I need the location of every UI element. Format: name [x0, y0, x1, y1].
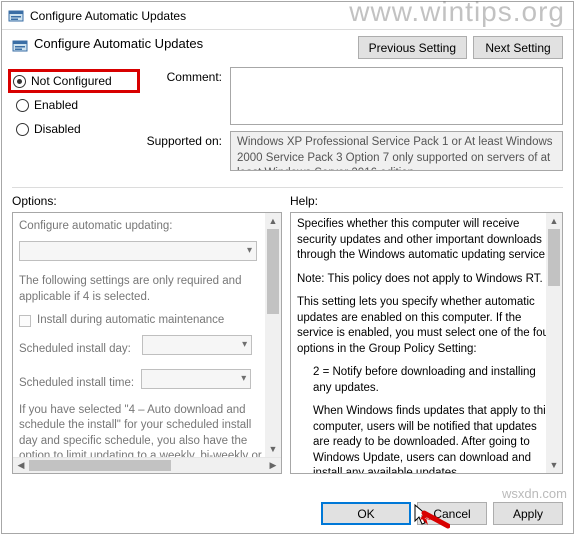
- supported-on-text: Windows XP Professional Service Pack 1 o…: [230, 131, 563, 171]
- help-vertical-scrollbar[interactable]: ▲ ▼: [546, 213, 562, 473]
- radio-not-configured[interactable]: Not Configured: [8, 69, 140, 93]
- checkbox-icon: [19, 315, 31, 327]
- options-vertical-scrollbar[interactable]: ▲ ▼: [265, 213, 281, 457]
- scroll-down-icon[interactable]: ▼: [265, 441, 281, 457]
- scroll-track[interactable]: [29, 458, 265, 473]
- checkbox-label: Install during automatic maintenance: [37, 313, 224, 329]
- help-text: Note: This policy does not apply to Wind…: [297, 272, 556, 288]
- scroll-left-icon[interactable]: ◀: [13, 458, 29, 473]
- radio-icon: [13, 75, 26, 88]
- cancel-button[interactable]: Cancel: [417, 502, 487, 525]
- panels-header: Options: Help:: [2, 190, 573, 210]
- radio-enabled[interactable]: Enabled: [12, 93, 136, 117]
- titlebar: Configure Automatic Updates: [2, 2, 573, 30]
- scroll-track[interactable]: [265, 229, 281, 441]
- help-body: Specifies whether this computer will rec…: [291, 213, 562, 473]
- options-body: Configure automatic updating: The follow…: [13, 213, 281, 457]
- options-label: Options:: [12, 194, 290, 208]
- scroll-up-icon[interactable]: ▲: [265, 213, 281, 229]
- radio-label: Disabled: [34, 122, 81, 136]
- window-title: Configure Automatic Updates: [30, 9, 186, 23]
- scroll-down-icon[interactable]: ▼: [546, 457, 562, 473]
- radio-label: Enabled: [34, 98, 78, 112]
- separator: [12, 187, 563, 188]
- radio-icon: [16, 123, 29, 136]
- sched-time-dropdown[interactable]: [141, 369, 251, 389]
- options-note: The following settings are only required…: [19, 274, 265, 305]
- configure-updating-dropdown[interactable]: [19, 241, 257, 261]
- options-horizontal-scrollbar[interactable]: ◀ ▶: [13, 457, 281, 473]
- scroll-up-icon[interactable]: ▲: [546, 213, 562, 229]
- state-radio-group: Not Configured Enabled Disabled: [12, 67, 136, 177]
- next-setting-button[interactable]: Next Setting: [473, 36, 563, 59]
- sched-time-label: Scheduled install time:: [19, 377, 134, 389]
- scroll-right-icon[interactable]: ▶: [265, 458, 281, 473]
- radio-disabled[interactable]: Disabled: [12, 117, 136, 141]
- dialog-heading: Configure Automatic Updates: [34, 36, 203, 51]
- form-column: Comment: Supported on: Windows XP Profes…: [146, 67, 563, 177]
- help-panel: Specifies whether this computer will rec…: [290, 212, 563, 474]
- help-text: This setting lets you specify whether au…: [297, 295, 556, 357]
- radio-icon: [16, 99, 29, 112]
- configure-updating-label: Configure automatic updating:: [19, 219, 265, 235]
- scroll-thumb[interactable]: [267, 229, 279, 314]
- sched-day-dropdown[interactable]: [142, 335, 252, 355]
- scroll-thumb[interactable]: [29, 460, 171, 471]
- help-text: Specifies whether this computer will rec…: [297, 217, 556, 264]
- sched-day-label: Scheduled install day:: [19, 343, 131, 355]
- sched-note: If you have selected "4 – Auto download …: [19, 403, 265, 457]
- supported-on-label: Supported on:: [146, 131, 230, 148]
- comment-input[interactable]: [230, 67, 563, 125]
- ok-button[interactable]: OK: [321, 502, 411, 525]
- config-area: Not Configured Enabled Disabled Comment:…: [2, 63, 573, 185]
- policy-icon: [8, 8, 24, 24]
- help-text: When Windows finds updates that apply to…: [297, 404, 556, 473]
- header-row: Configure Automatic Updates Previous Set…: [2, 30, 573, 63]
- options-panel: Configure automatic updating: The follow…: [12, 212, 282, 474]
- install-during-maintenance-checkbox[interactable]: Install during automatic maintenance: [19, 313, 265, 329]
- apply-button[interactable]: Apply: [493, 502, 563, 525]
- scroll-thumb[interactable]: [548, 229, 560, 286]
- panels: Configure automatic updating: The follow…: [2, 210, 573, 496]
- comment-label: Comment:: [146, 67, 230, 84]
- radio-label: Not Configured: [31, 74, 112, 88]
- policy-icon: [12, 38, 28, 54]
- help-text: 2 = Notify before downloading and instal…: [297, 365, 556, 396]
- dialog-footer: OK Cancel Apply: [2, 496, 573, 533]
- scroll-track[interactable]: [546, 229, 562, 457]
- previous-setting-button[interactable]: Previous Setting: [358, 36, 467, 59]
- dialog-window: Configure Automatic Updates Configure Au…: [1, 1, 574, 534]
- help-label: Help:: [290, 194, 318, 208]
